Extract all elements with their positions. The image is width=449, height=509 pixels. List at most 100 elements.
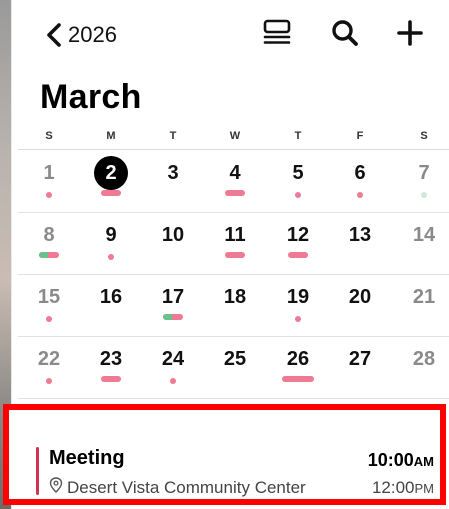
chevron-left-icon [46,23,62,47]
day-number: 16 [99,285,123,308]
event-card[interactable]: Meeting 10:00AM Desert Vista Community C… [36,445,436,497]
day-cell-16[interactable]: 16 [83,274,139,336]
weekday-tuesday: T [169,130,177,142]
add-icon [396,19,424,52]
day-cell-14[interactable]: 14 [396,212,449,274]
day-cell-23[interactable]: 23 [83,336,139,398]
event-green-segment [163,314,172,320]
day-number: 5 [292,161,304,184]
day-number: 17 [161,285,185,308]
day-cell-20[interactable]: 20 [332,274,388,336]
back-to-year-button[interactable]: 2026 [46,18,117,52]
event-indicator [39,252,59,258]
event-indicator [163,314,183,320]
week-row: 22 23 24 25 26 27 28 [18,336,449,399]
event-indicator [288,252,308,258]
day-cell-1[interactable]: 1 [21,150,77,212]
day-number: 13 [348,223,372,246]
day-number: 4 [229,161,241,184]
event-indicator [46,192,52,198]
event-green-segment [39,252,48,258]
add-event-button[interactable] [393,18,427,52]
week-row: 8 9 10 11 12 13 14 [18,212,449,275]
event-title: Meeting [49,447,125,469]
weekday-friday: F [356,130,364,142]
day-cell-6[interactable]: 6 [332,150,388,212]
month-title: March [40,78,142,116]
day-cell-17[interactable]: 17 [145,274,201,336]
day-cell-5[interactable]: 5 [270,150,326,212]
day-number: 18 [223,285,247,308]
event-indicator [46,378,52,384]
event-end-time-value: 12:00 [371,478,415,497]
day-cell-11[interactable]: 11 [207,212,263,274]
day-cell-24[interactable]: 24 [145,336,201,398]
back-year-label: 2026 [68,22,117,47]
event-end-ampm: PM [414,481,435,496]
day-cell-15[interactable]: 15 [21,274,77,336]
day-number: 28 [412,347,436,370]
weekday-thursday: T [294,130,302,142]
day-cell-10[interactable]: 10 [145,212,201,274]
day-number: 7 [418,161,430,184]
event-location: Desert Vista Community Center [67,477,306,497]
location-pin-icon [49,477,63,498]
weekday-wednesday: W [229,130,241,142]
week-row: 15 16 17 18 19 20 21 [18,274,449,337]
day-cell-26[interactable]: 26 [270,336,326,398]
day-cell-12[interactable]: 12 [270,212,326,274]
event-indicator [225,190,245,196]
event-start-time-value: 10:00 [367,450,414,470]
day-cell-18[interactable]: 18 [207,274,263,336]
event-indicator [225,252,245,258]
day-cell-13[interactable]: 13 [332,212,388,274]
day-cell-2[interactable]: 2 [83,150,139,212]
day-number: 11 [224,223,246,246]
day-cell-21[interactable]: 21 [396,274,449,336]
weekday-monday: M [106,130,116,142]
day-number: 10 [161,223,185,246]
day-cell-4[interactable]: 4 [207,150,263,212]
event-location-row: Desert Vista Community Center [49,477,306,498]
event-indicator [101,376,121,382]
day-number: 24 [161,347,185,370]
day-cell-27[interactable]: 27 [332,336,388,398]
list-view-icon [262,18,292,53]
search-icon [330,18,360,53]
day-number: 23 [99,347,123,370]
list-view-button[interactable] [260,18,294,52]
day-cell-7[interactable]: 7 [396,150,449,212]
search-button[interactable] [328,18,362,52]
day-number: 12 [286,223,310,246]
day-cell-25[interactable]: 25 [207,336,263,398]
day-number: 20 [348,285,372,308]
event-indicator [357,192,363,198]
event-indicator [101,190,121,196]
event-color-bar [36,447,39,495]
day-number: 22 [37,347,61,370]
toolbar: 2026 [0,0,449,70]
day-cell-22[interactable]: 22 [21,336,77,398]
weekday-sunday: S [45,130,53,142]
day-cell-28[interactable]: 28 [396,336,449,398]
day-cell-9[interactable]: 9 [83,212,139,274]
month-grid: 1 2 3 4 5 6 7 8 9 10 11 12 13 14 15 16 17 18 19 20 21 22 23 24 2… [0,150,449,444]
day-number: 9 [105,223,117,246]
day-number: 26 [286,347,310,370]
day-number: 27 [348,347,372,370]
day-number: 19 [286,285,310,308]
day-number: 1 [43,161,55,184]
weekday-saturday: S [420,130,428,142]
event-end-time: 12:00PM [372,478,434,498]
day-number: 25 [223,347,247,370]
day-number: 3 [167,161,179,184]
day-number: 21 [412,285,436,308]
week-row: 1 2 3 4 5 6 7 [18,150,449,213]
event-indicator [421,192,427,198]
day-cell-19[interactable]: 19 [270,274,326,336]
event-indicator [46,316,52,322]
event-start-ampm: AM [413,454,434,469]
day-cell-8[interactable]: 8 [21,212,77,274]
day-cell-3[interactable]: 3 [145,150,201,212]
day-number: 14 [412,223,436,246]
